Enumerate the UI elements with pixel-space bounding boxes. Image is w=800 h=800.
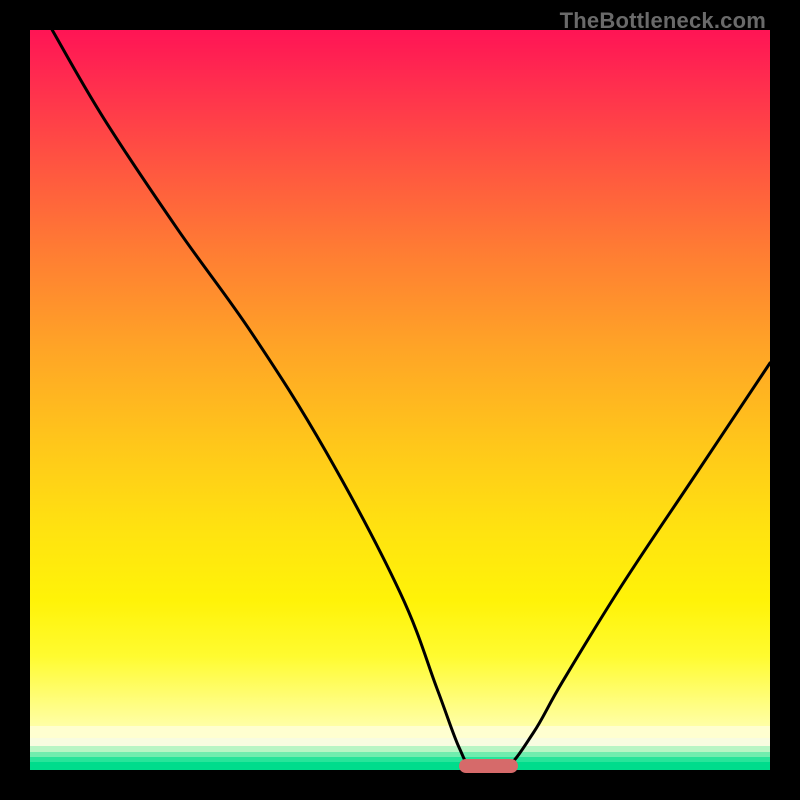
optimal-range-marker bbox=[459, 759, 518, 773]
bottleneck-curve bbox=[30, 30, 770, 770]
chart-container: TheBottleneck.com bbox=[0, 0, 800, 800]
watermark-label: TheBottleneck.com bbox=[560, 8, 766, 34]
plot-area bbox=[30, 30, 770, 770]
